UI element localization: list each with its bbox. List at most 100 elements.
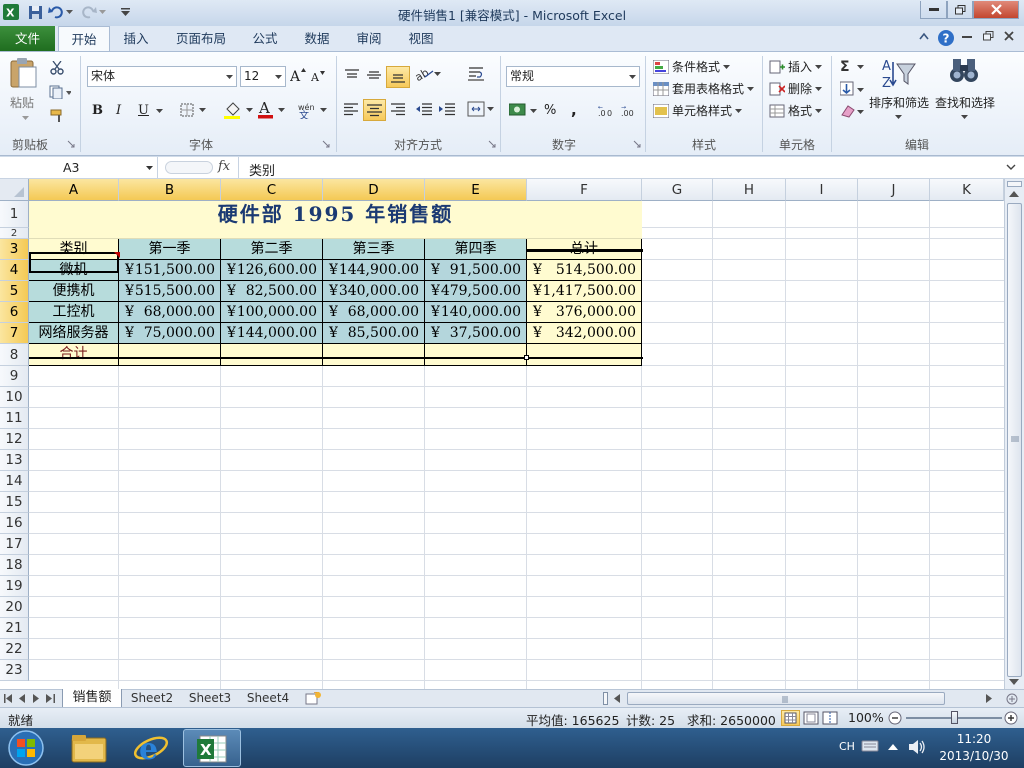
zoom-in-icon[interactable] — [1004, 711, 1018, 725]
autosum-icon[interactable]: Σ — [840, 58, 866, 74]
number-launcher-icon[interactable] — [633, 140, 641, 148]
row-header[interactable]: 20 — [0, 597, 29, 618]
row-header[interactable]: 11 — [0, 408, 29, 429]
value-cell[interactable]: ¥144,000.00 — [221, 323, 323, 344]
decrease-indent-icon[interactable] — [416, 103, 432, 116]
underline-icon[interactable]: U — [138, 103, 149, 118]
row-header[interactable]: 2 — [0, 228, 29, 239]
status-count[interactable]: 计数: 25 — [626, 710, 675, 729]
clipboard-launcher-icon[interactable] — [67, 140, 75, 148]
comma-style-icon[interactable]: , — [571, 101, 577, 119]
value-cell[interactable]: ¥68,000.00 — [119, 302, 221, 323]
clock-date[interactable]: 2013/10/30 — [934, 749, 1014, 763]
value-cell[interactable]: ¥82,500.00 — [221, 281, 323, 302]
row-header[interactable]: 18 — [0, 555, 29, 576]
align-middle-icon[interactable] — [367, 69, 381, 81]
workbook-restore-icon[interactable] — [983, 31, 994, 41]
worksheet-grid[interactable]: ABCDEFGHIJK 1 2 3 4 5 6 7 8 9 10 11 12 13 14 15 16 17 18 1… — [0, 179, 1004, 689]
vertical-scrollbar[interactable] — [1004, 179, 1024, 689]
value-cell[interactable]: ¥68,000.00 — [323, 302, 425, 323]
header-cell[interactable]: 第三季 — [323, 239, 425, 260]
row-header[interactable]: 16 — [0, 513, 29, 534]
increase-decimal-icon[interactable]: ← .0 0 — [598, 103, 616, 117]
total-cell[interactable]: ¥342,000.00 — [527, 323, 642, 344]
row-header[interactable]: 12 — [0, 429, 29, 450]
shrink-font-icon[interactable]: A — [311, 70, 327, 82]
tab-insert[interactable]: 插入 — [112, 26, 160, 51]
sheet-tab[interactable]: Sheet2 — [124, 691, 180, 707]
value-cell[interactable]: ¥151,500.00 — [119, 260, 221, 281]
accounting-format-icon[interactable] — [509, 102, 539, 118]
column-header[interactable]: G — [642, 179, 713, 201]
align-right-icon[interactable] — [391, 103, 405, 116]
align-bottom-button[interactable] — [386, 66, 410, 88]
formula-bar-handle[interactable] — [165, 161, 213, 174]
value-cell[interactable]: ¥100,000.00 — [221, 302, 323, 323]
split-box-h-icon[interactable] — [1006, 693, 1018, 705]
underline-dropdown-icon[interactable] — [156, 109, 163, 113]
percent-icon[interactable]: % — [544, 103, 556, 118]
column-header[interactable]: H — [713, 179, 786, 201]
last-sheet-icon[interactable] — [46, 694, 55, 703]
total-row-cell[interactable] — [323, 344, 425, 366]
row-header[interactable]: 13 — [0, 450, 29, 471]
explorer-icon[interactable] — [70, 732, 108, 764]
font-size-combo[interactable]: 12 — [240, 66, 286, 87]
increase-indent-icon[interactable] — [439, 103, 455, 116]
sheet-tab[interactable]: Sheet4 — [240, 691, 296, 707]
copy-icon[interactable] — [49, 85, 71, 99]
font-launcher-icon[interactable] — [322, 140, 330, 148]
zoom-out-icon[interactable] — [888, 711, 902, 725]
row-header[interactable]: 10 — [0, 387, 29, 408]
insert-function-icon[interactable]: fx — [218, 159, 230, 174]
value-cell[interactable]: ¥340,000.00 — [323, 281, 425, 302]
row-header[interactable]: 8 — [0, 344, 29, 366]
header-cell[interactable]: 第四季 — [425, 239, 527, 260]
next-sheet-icon[interactable] — [33, 694, 40, 703]
minimize-button[interactable] — [920, 1, 947, 19]
row-header[interactable]: 6 — [0, 302, 29, 323]
value-cell[interactable]: ¥140,000.00 — [425, 302, 527, 323]
page-layout-view-icon[interactable] — [803, 711, 819, 725]
zoom-slider-thumb[interactable] — [951, 711, 958, 724]
expand-formula-bar-icon[interactable] — [1006, 164, 1016, 170]
delete-cells-button[interactable]: 删除 — [769, 80, 823, 97]
format-painter-icon[interactable] — [50, 109, 66, 123]
fill-icon[interactable] — [840, 81, 866, 97]
header-cell[interactable]: 第二季 — [221, 239, 323, 260]
total-row-cell[interactable] — [221, 344, 323, 366]
horizontal-scroll-thumb[interactable] — [627, 692, 945, 705]
paste-button[interactable]: 粘贴 — [10, 94, 34, 111]
sort-filter-dropdown-icon[interactable] — [895, 115, 902, 119]
sheet-tab[interactable]: Sheet3 — [182, 691, 238, 707]
split-box[interactable] — [1007, 181, 1022, 187]
active-cell[interactable] — [29, 252, 119, 273]
header-cell[interactable]: 第一季 — [119, 239, 221, 260]
spacer-row[interactable] — [29, 228, 642, 239]
row-header[interactable]: 4 — [0, 260, 29, 281]
sheet-title-cell[interactable]: 硬件部 1995 年销售额 — [29, 201, 642, 228]
total-row-cell[interactable] — [119, 344, 221, 366]
align-top-icon[interactable] — [345, 69, 359, 81]
category-cell[interactable]: 工控机 — [29, 302, 119, 323]
phonetic-guide-icon[interactable]: wén 文 — [298, 101, 328, 119]
first-sheet-icon[interactable] — [4, 694, 13, 703]
row-header[interactable]: 1 — [0, 201, 29, 228]
tab-view[interactable]: 视图 — [399, 26, 443, 51]
normal-view-button[interactable] — [781, 710, 800, 726]
help-icon[interactable]: ? — [937, 29, 955, 47]
workbook-close-icon[interactable] — [1004, 31, 1014, 41]
restore-button[interactable] — [947, 1, 973, 19]
select-all-corner[interactable] — [0, 179, 29, 201]
tab-file[interactable]: 文件 — [0, 26, 55, 51]
sort-filter-label[interactable]: 排序和筛选 — [869, 94, 929, 111]
sort-filter-icon[interactable]: AZ — [880, 56, 916, 90]
grow-font-icon[interactable]: A — [290, 68, 306, 82]
column-header[interactable]: E — [425, 179, 527, 201]
row-header[interactable]: 9 — [0, 366, 29, 387]
row-header[interactable]: 15 — [0, 492, 29, 513]
total-cell[interactable]: ¥1,417,500.00 — [527, 281, 642, 302]
borders-icon[interactable] — [180, 103, 206, 117]
category-cell[interactable]: 便携机 — [29, 281, 119, 302]
row-header[interactable]: 14 — [0, 471, 29, 492]
